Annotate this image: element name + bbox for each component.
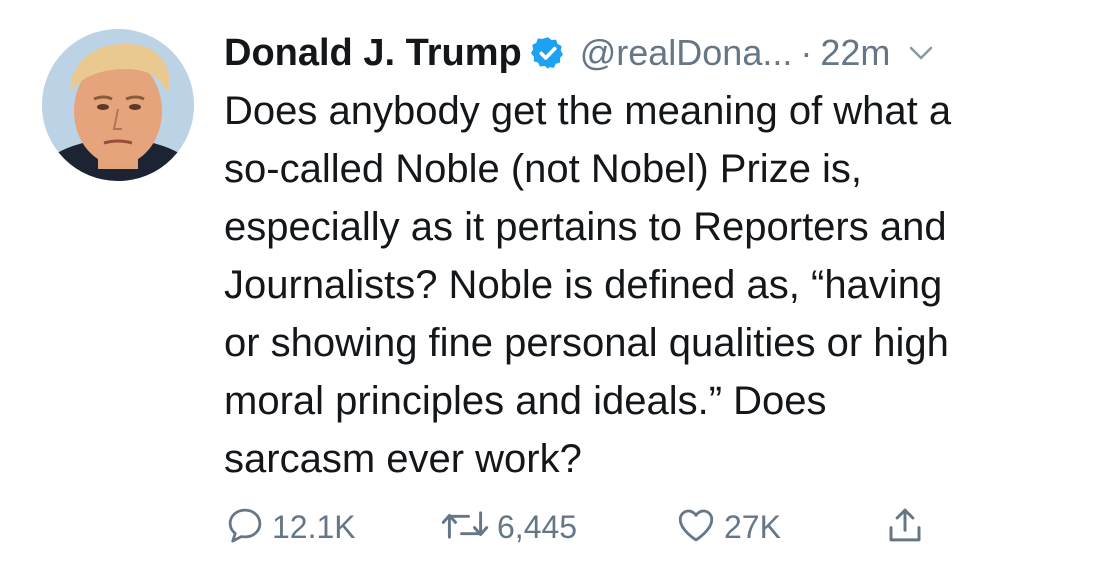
share-icon [884, 503, 926, 552]
heart-icon [674, 504, 718, 551]
avatar[interactable] [42, 29, 194, 181]
verified-badge-icon [530, 35, 566, 71]
like-button[interactable]: 27K [674, 502, 781, 552]
chevron-down-icon[interactable] [906, 38, 936, 68]
tweet-timestamp[interactable]: 22m [820, 32, 890, 74]
share-button[interactable] [884, 502, 926, 552]
tweet-actions: 12.1K 6,445 27K [224, 502, 1084, 552]
author-handle[interactable]: @realDona... [580, 32, 793, 74]
reply-button[interactable]: 12.1K [224, 502, 356, 552]
like-count: 27K [724, 508, 781, 545]
author-name[interactable]: Donald J. Trump [224, 32, 522, 75]
avatar-portrait [42, 29, 194, 181]
reply-icon [224, 504, 266, 551]
header-separator: · [800, 32, 813, 73]
reply-count: 12.1K [272, 508, 356, 545]
tweet-header: Donald J. Trump @realDona... · 22m [224, 28, 1094, 78]
retweet-button[interactable]: 6,445 [439, 502, 577, 552]
retweet-icon [439, 504, 491, 551]
tweet-text: Does anybody get the meaning of what a s… [224, 89, 952, 481]
tweet-card[interactable]: Donald J. Trump @realDona... · 22m Does … [0, 0, 1118, 570]
retweet-count: 6,445 [497, 508, 578, 545]
